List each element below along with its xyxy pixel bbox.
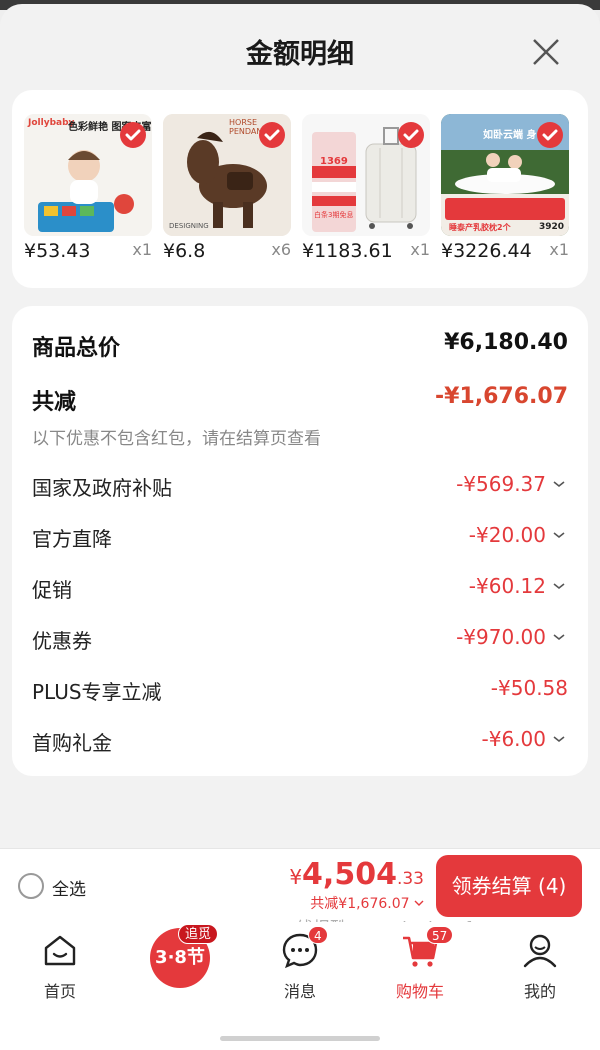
product-price: ¥3226.44 xyxy=(441,240,532,262)
tab-label: 消息 xyxy=(283,982,316,1001)
coupon-checkout-button[interactable]: 领券结算 (4) xyxy=(436,855,582,917)
product-qty: x6 xyxy=(271,240,291,259)
thumb-number: 3920 xyxy=(539,222,565,232)
price-decimal: .33 xyxy=(396,869,424,889)
thumb-subcaption: DESIGNING xyxy=(169,222,209,230)
discount-value: -¥970.00 xyxy=(456,625,546,649)
sheet-title: 金额明细 xyxy=(246,39,354,70)
festival-tag: 追觅 xyxy=(178,924,219,944)
thumb-caption: 1369 xyxy=(320,156,348,167)
discount-row-promotion[interactable]: 促销 -¥60.12 xyxy=(32,574,568,606)
product-qty: x1 xyxy=(410,240,430,259)
message-badge: 4 xyxy=(308,926,328,944)
discount-row-first-purchase[interactable]: 首购礼金 -¥6.00 xyxy=(32,727,568,759)
checkout-bar: 全选 ¥4,504.33 共减¥1,676.07 领券结算 (4) xyxy=(0,848,600,922)
discount-label: 优惠券 xyxy=(32,629,92,653)
thumb-caption: 如卧云端 身 xyxy=(483,130,537,141)
total-reduction-value: -¥1,676.07 xyxy=(435,384,568,409)
product-price: ¥1183.61 xyxy=(302,240,393,262)
total-reduction-row: 共减 -¥1,676.07 xyxy=(32,384,568,416)
discount-value: -¥50.58 xyxy=(490,676,568,700)
chevron-down-icon xyxy=(553,532,565,539)
product-item[interactable]: 1369 白条3期免息 ¥1183.61 x1 xyxy=(302,114,430,264)
product-qty: x1 xyxy=(132,240,152,259)
total-price-label: 商品总价 xyxy=(32,336,121,361)
discount-row-plus: PLUS专享立减 -¥50.58 xyxy=(32,676,568,708)
discount-note: 以下优惠不包含红包，请在结算页查看 xyxy=(32,429,321,449)
payable-price: ¥4,504.33 xyxy=(289,857,424,892)
reduction-detail-link[interactable]: 共减¥1,676.07 xyxy=(310,893,424,913)
product-item[interactable]: Jollybaby 色彩鲜艳 图案丰富 ¥53.43 x1 xyxy=(24,114,152,264)
home-indicator xyxy=(220,1036,380,1041)
discount-label: 促销 xyxy=(32,578,72,602)
bottom-tab-bar: 首页 4 消息 57 购物车 我的 xyxy=(0,922,600,1050)
tab-home[interactable]: 首页 xyxy=(0,930,120,1010)
checked-icon[interactable] xyxy=(259,122,285,148)
chevron-down-icon xyxy=(553,736,565,743)
total-price-row: 商品总价 ¥6,180.40 xyxy=(32,330,568,362)
thumb-subcaption: 睡泰产乳胶枕2个 xyxy=(449,223,511,232)
checked-icon[interactable] xyxy=(120,122,146,148)
cart-badge: 57 xyxy=(426,926,454,944)
discount-label: 国家及政府补贴 xyxy=(32,476,172,500)
currency-symbol: ¥ xyxy=(289,865,303,889)
discount-label: 官方直降 xyxy=(32,527,112,551)
tab-profile[interactable]: 我的 xyxy=(480,930,600,1010)
chevron-down-icon xyxy=(553,583,565,590)
tab-label: 我的 xyxy=(523,982,556,1001)
price-integer: 4,504 xyxy=(302,857,397,892)
products-card: Jollybaby 色彩鲜艳 图案丰富 ¥53.43 x1 HORSE PEND… xyxy=(12,90,588,288)
reduction-text: 共减¥1,676.07 xyxy=(310,896,410,912)
user-icon xyxy=(523,934,557,968)
close-icon xyxy=(533,39,559,65)
thumb-subcaption: 白条3期免息 xyxy=(314,211,354,219)
discount-label: 首购礼金 xyxy=(32,731,112,755)
product-qty: x1 xyxy=(549,240,569,259)
total-reduction-label: 共减 xyxy=(32,390,77,415)
chevron-down-icon xyxy=(553,481,565,488)
tab-label: 购物车 xyxy=(395,982,444,1001)
close-button[interactable] xyxy=(528,34,564,70)
discount-row-official[interactable]: 官方直降 -¥20.00 xyxy=(32,523,568,555)
product-item[interactable]: HORSE PENDANT DESIGNING ¥6.8 x6 xyxy=(163,114,291,264)
tab-messages[interactable]: 4 消息 xyxy=(240,926,360,1010)
product-price: ¥6.8 xyxy=(163,240,206,262)
amount-detail-sheet: 金额明细 Jollybaby 色彩鲜艳 图案丰富 ¥53.43 x1 HORSE… xyxy=(0,4,600,848)
discount-row-subsidy[interactable]: 国家及政府补贴 -¥569.37 xyxy=(32,472,568,504)
discount-value: -¥20.00 xyxy=(468,523,546,547)
checked-icon[interactable] xyxy=(398,122,424,148)
tab-cart[interactable]: 57 购物车 xyxy=(360,926,480,1010)
product-price: ¥53.43 xyxy=(24,240,91,262)
discount-label: PLUS专享立减 xyxy=(32,680,162,704)
tab-label: 首页 xyxy=(43,982,76,1001)
discount-value: -¥569.37 xyxy=(456,472,546,496)
select-all-label: 全选 xyxy=(52,880,86,900)
chevron-down-icon xyxy=(414,900,424,906)
discount-row-coupon[interactable]: 优惠券 -¥970.00 xyxy=(32,625,568,657)
total-price-value: ¥6,180.40 xyxy=(444,330,568,355)
discount-value: -¥60.12 xyxy=(468,574,546,598)
home-icon xyxy=(44,935,76,966)
discount-value: -¥6.00 xyxy=(481,727,546,751)
radio-unchecked-icon[interactable] xyxy=(18,873,44,899)
product-item[interactable]: 如卧云端 身 睡泰产乳胶枕2个 3920 ¥3226.44 x1 xyxy=(441,114,569,264)
checked-icon[interactable] xyxy=(537,122,563,148)
chevron-down-icon xyxy=(553,634,565,641)
price-summary-card: 商品总价 ¥6,180.40 共减 -¥1,676.07 以下优惠不包含红包，请… xyxy=(12,306,588,776)
